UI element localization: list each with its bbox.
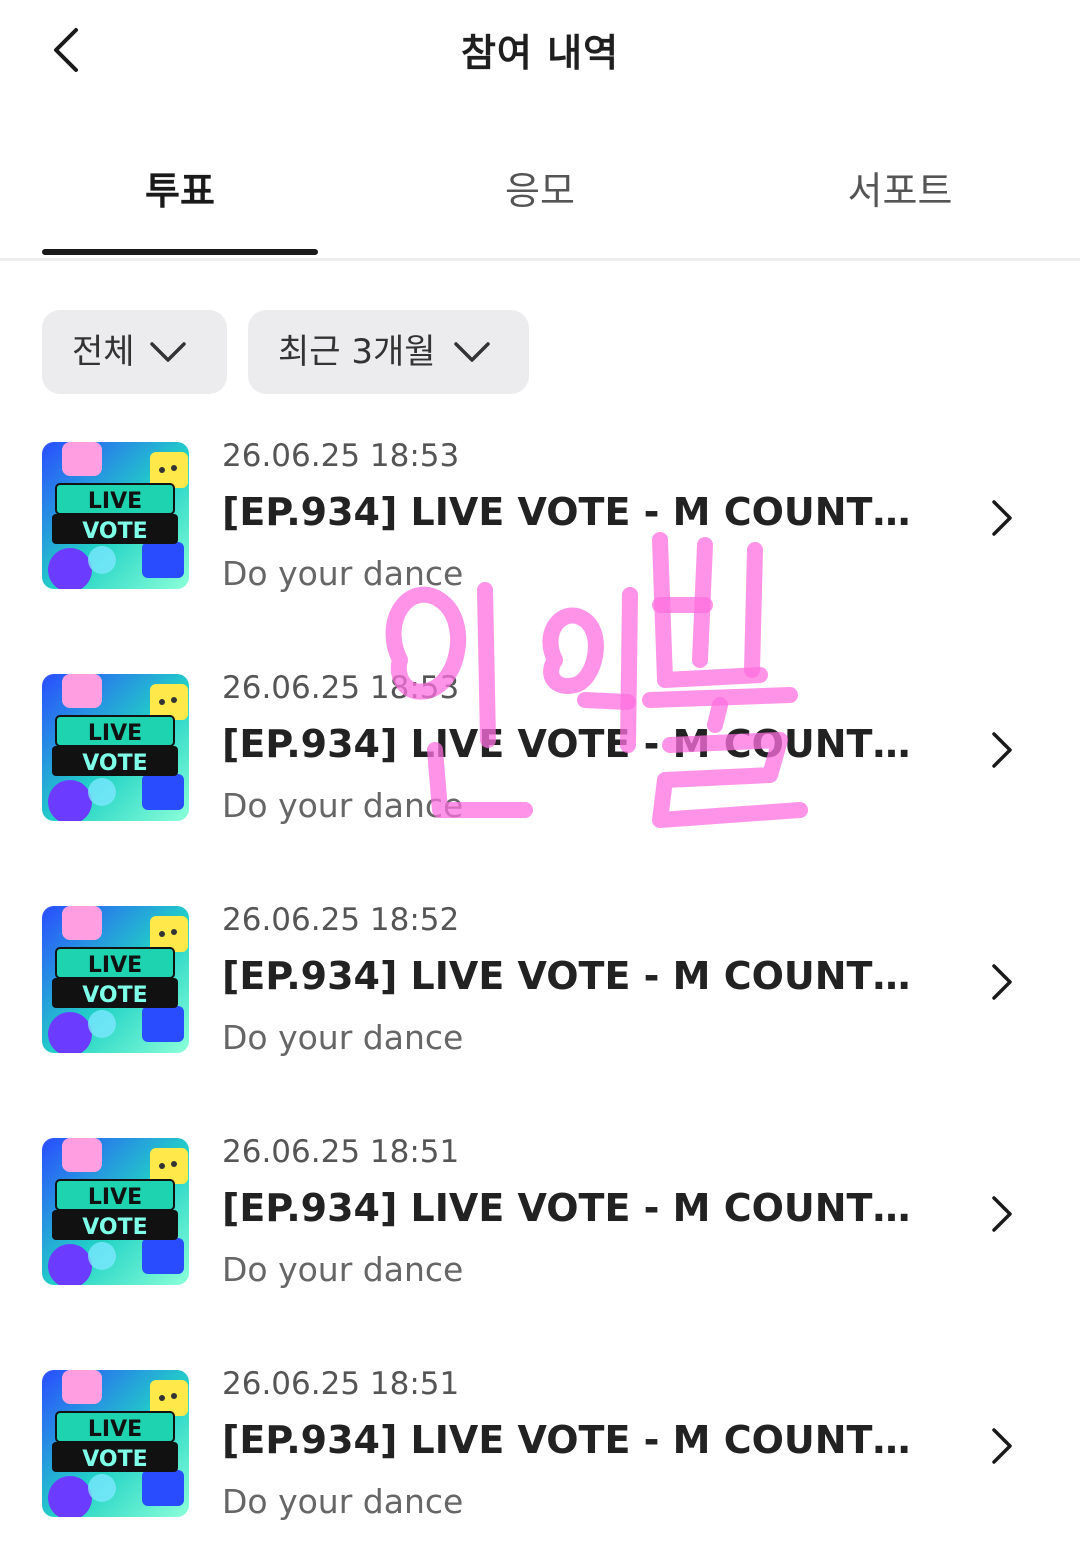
- live-vote-thumbnail: LIVE VOTE: [42, 674, 189, 821]
- list-item[interactable]: LIVE VOTE 26.06.25 18:51 [EP.934] LIVE VO…: [0, 1348, 1080, 1548]
- tab-support[interactable]: 서포트: [762, 160, 1038, 215]
- live-vote-logo: LIVE VOTE: [52, 1179, 178, 1240]
- active-tab-indicator: [42, 249, 318, 255]
- live-vote-thumbnail: LIVE VOTE: [42, 1138, 189, 1285]
- period-filter-label: 최근 3개월: [278, 332, 436, 372]
- tab-vote[interactable]: 투표: [42, 160, 318, 215]
- chevron-right-icon: [992, 500, 1012, 536]
- live-vote-logo: LIVE VOTE: [52, 483, 178, 544]
- item-subtitle: Do your dance: [222, 554, 464, 593]
- item-date: 26.06.25 18:51: [222, 1134, 460, 1170]
- page-title: 참여 내역: [460, 31, 620, 75]
- tab-entry[interactable]: 응모: [402, 160, 678, 215]
- list-item[interactable]: LIVE VOTE 26.06.25 18:52 [EP.934] LIVE VO…: [0, 884, 1080, 1084]
- item-subtitle: Do your dance: [222, 1250, 464, 1289]
- chevron-right-icon: [992, 732, 1012, 768]
- svg-text:VOTE: VOTE: [82, 751, 147, 776]
- header: 참여 내역: [0, 0, 1080, 110]
- list-item[interactable]: LIVE VOTE 26.06.25 18:53 [EP.934] LIVE VO…: [0, 420, 1080, 620]
- chevron-right-icon: [992, 1196, 1012, 1232]
- svg-text:LIVE: LIVE: [88, 1417, 142, 1442]
- svg-text:LIVE: LIVE: [88, 1185, 142, 1210]
- chevron-down-icon: [150, 342, 186, 362]
- item-date: 26.06.25 18:51: [222, 1366, 460, 1402]
- svg-text:VOTE: VOTE: [82, 1215, 147, 1240]
- item-title: [EP.934] LIVE VOTE - M COUNTDOWN: [222, 1418, 922, 1462]
- svg-text:LIVE: LIVE: [88, 489, 142, 514]
- live-vote-thumbnail: LIVE VOTE: [42, 906, 189, 1053]
- svg-text:VOTE: VOTE: [82, 983, 147, 1008]
- live-vote-thumbnail: LIVE VOTE: [42, 1370, 189, 1517]
- svg-text:VOTE: VOTE: [82, 1447, 147, 1472]
- live-vote-logo: LIVE VOTE: [52, 947, 178, 1008]
- item-subtitle: Do your dance: [222, 1018, 464, 1057]
- item-date: 26.06.25 18:53: [222, 438, 460, 474]
- chevron-right-icon: [992, 1428, 1012, 1464]
- list-item[interactable]: LIVE VOTE 26.06.25 18:53 [EP.934] LIVE VO…: [0, 652, 1080, 852]
- category-filter-button[interactable]: 전체: [42, 310, 227, 394]
- svg-text:VOTE: VOTE: [82, 519, 147, 544]
- period-filter-button[interactable]: 최근 3개월: [248, 310, 529, 394]
- chevron-down-icon: [454, 342, 490, 362]
- item-subtitle: Do your dance: [222, 786, 464, 825]
- item-date: 26.06.25 18:52: [222, 902, 460, 938]
- item-subtitle: Do your dance: [222, 1482, 464, 1521]
- live-vote-logo: LIVE VOTE: [52, 715, 178, 776]
- chevron-right-icon: [992, 964, 1012, 1000]
- svg-text:LIVE: LIVE: [88, 953, 142, 978]
- category-filter-label: 전체: [72, 332, 135, 372]
- item-date: 26.06.25 18:53: [222, 670, 460, 706]
- live-vote-thumbnail: LIVE VOTE: [42, 442, 189, 589]
- tab-bar: 투표 응모 서포트: [0, 130, 1080, 261]
- list-item[interactable]: LIVE VOTE 26.06.25 18:51 [EP.934] LIVE VO…: [0, 1116, 1080, 1316]
- item-title: [EP.934] LIVE VOTE - M COUNTDOWN: [222, 954, 922, 998]
- item-title: [EP.934] LIVE VOTE - M COUNTDOWN: [222, 1186, 922, 1230]
- item-title: [EP.934] LIVE VOTE - M COUNTDOWN: [222, 722, 922, 766]
- live-vote-logo: LIVE VOTE: [52, 1411, 178, 1472]
- item-title: [EP.934] LIVE VOTE - M COUNTDOWN: [222, 490, 922, 534]
- svg-text:LIVE: LIVE: [88, 721, 142, 746]
